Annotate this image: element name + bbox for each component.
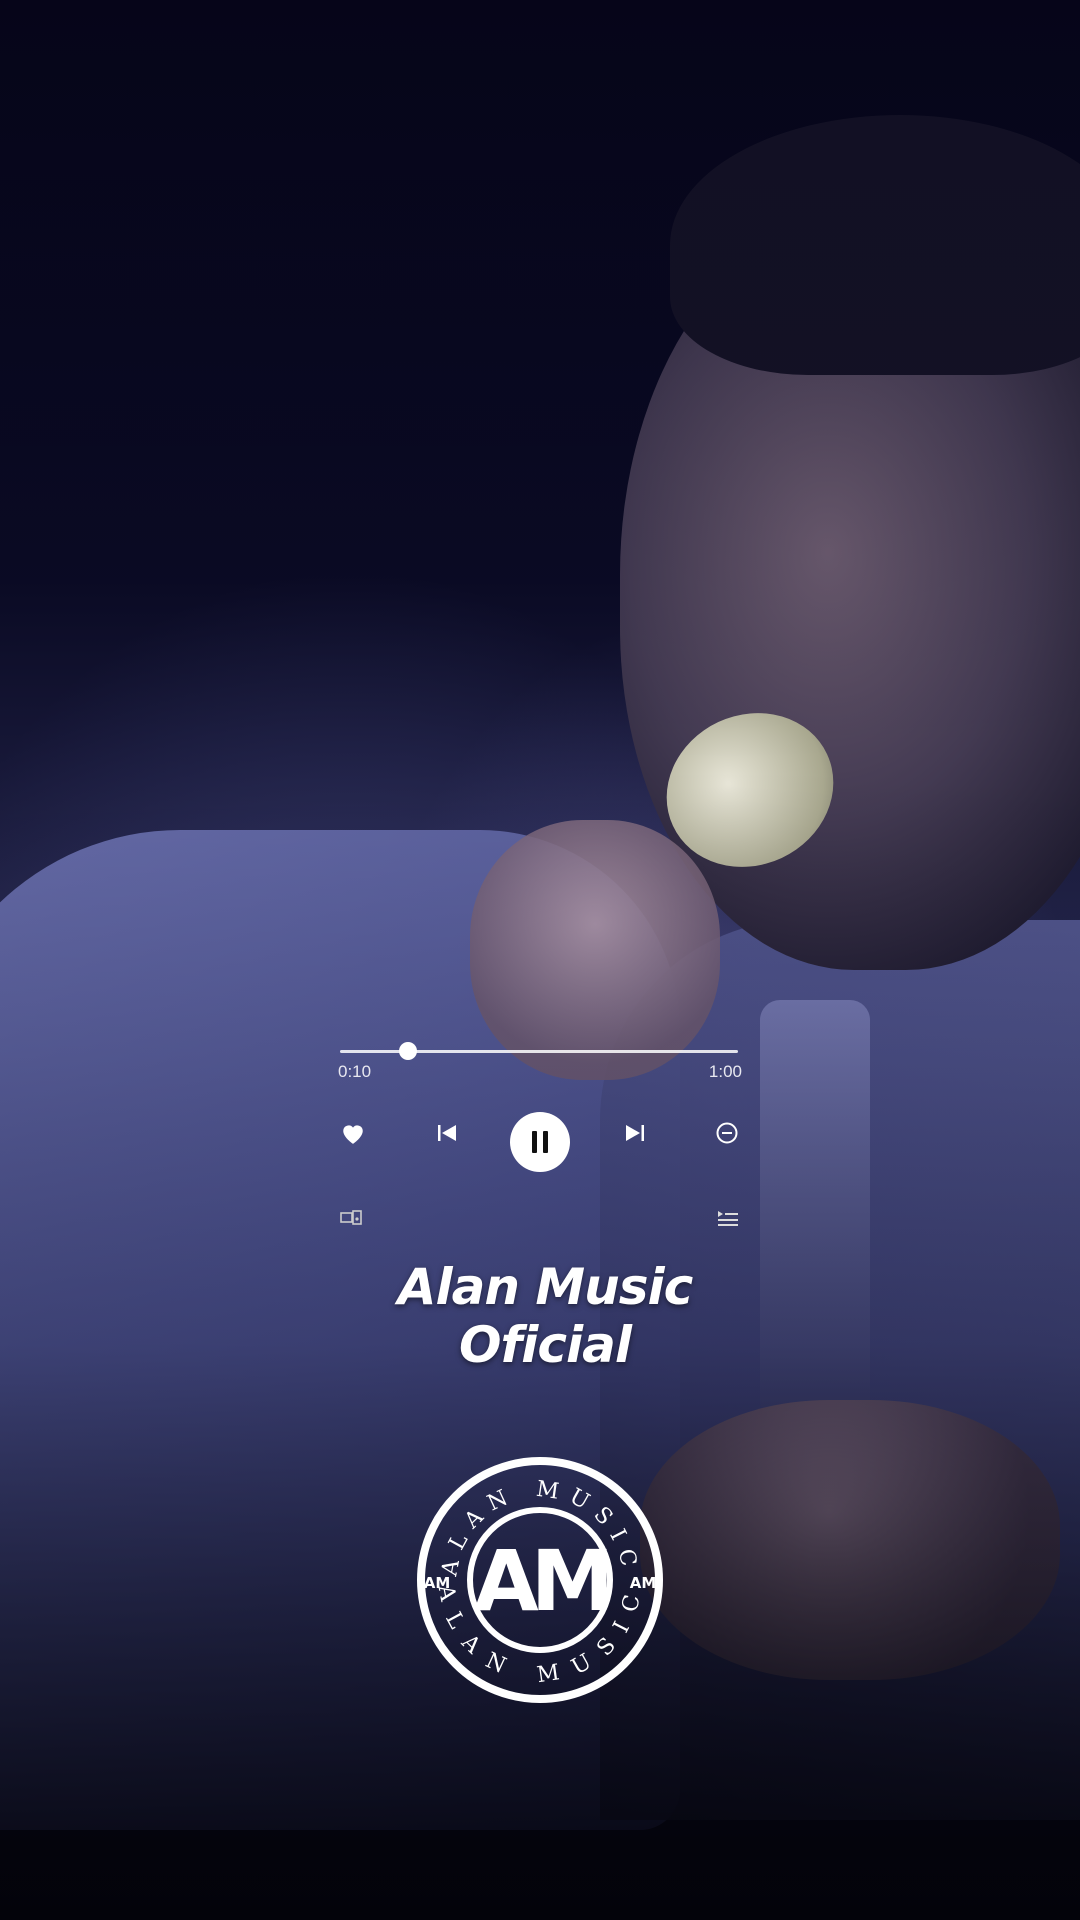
pause-button[interactable] xyxy=(510,1112,570,1172)
logo-side-mark-right: AM xyxy=(630,1574,657,1592)
progress-thumb[interactable] xyxy=(398,1042,417,1060)
heart-icon[interactable] xyxy=(340,1120,366,1146)
devices-icon[interactable] xyxy=(340,1208,364,1230)
alan-music-logo: ALAN MUSIC ALAN MUSIC AM AM AM xyxy=(415,1455,665,1705)
playback-controls xyxy=(340,1100,740,1226)
skip-next-icon[interactable] xyxy=(622,1120,648,1146)
logo-side-mark-left: AM xyxy=(424,1574,451,1592)
logo-monogram: AM xyxy=(474,1532,607,1630)
pause-icon xyxy=(532,1131,548,1153)
channel-name: Alan Music Oficial xyxy=(397,1258,693,1374)
current-time: 0:10 xyxy=(338,1062,372,1081)
skip-previous-icon[interactable] xyxy=(434,1120,460,1146)
total-time: 1:00 xyxy=(708,1062,742,1081)
minus-circle-icon[interactable] xyxy=(714,1120,740,1146)
queue-icon[interactable] xyxy=(716,1208,740,1230)
